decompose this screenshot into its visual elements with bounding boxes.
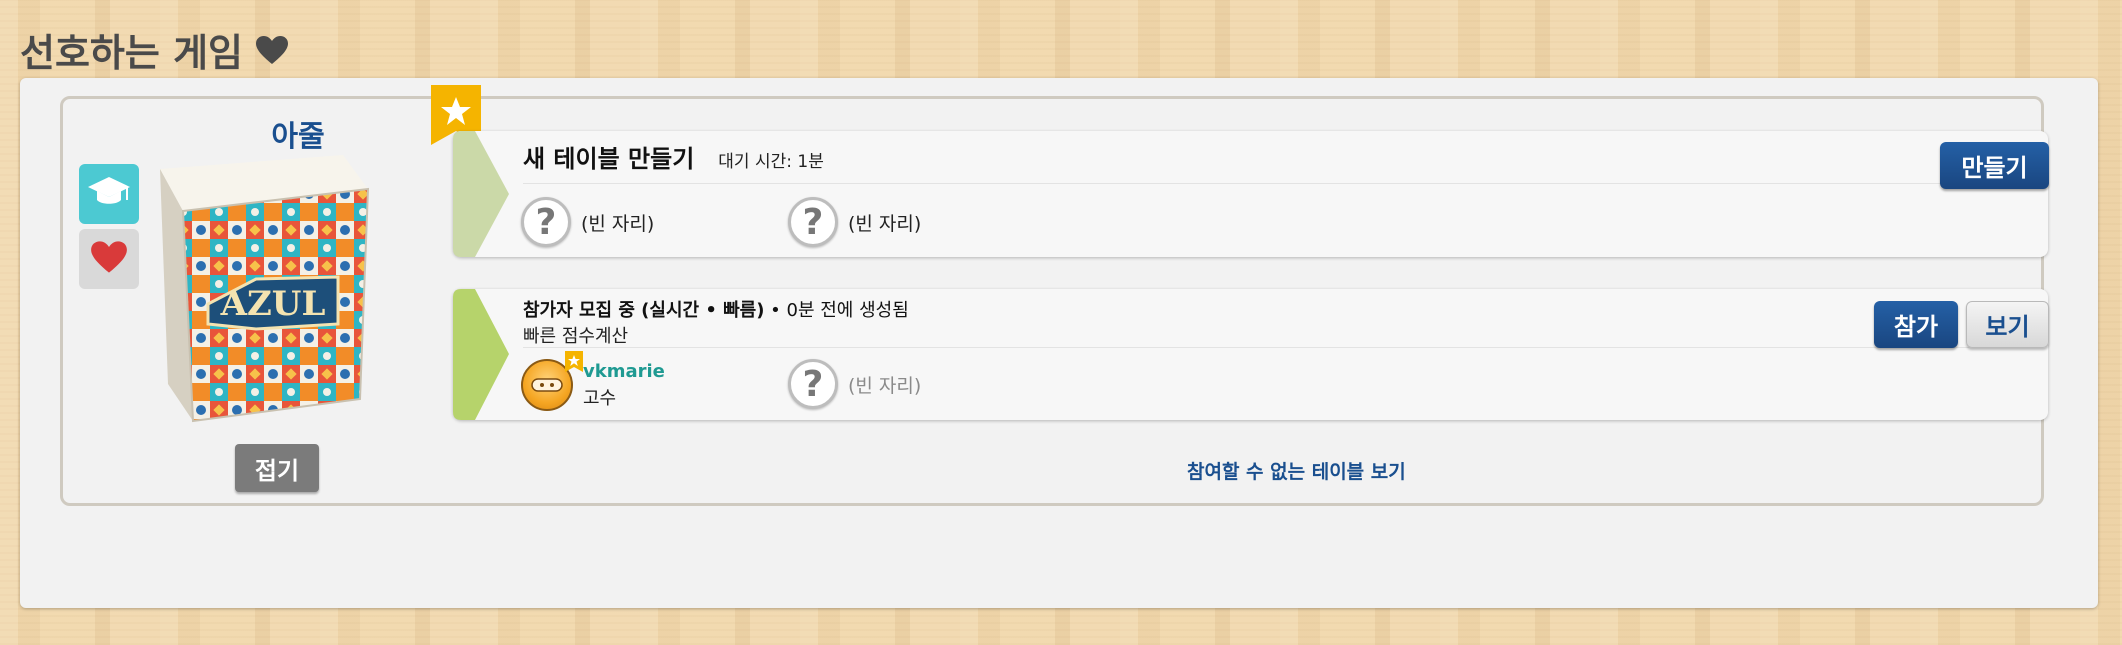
avatar[interactable]	[521, 351, 583, 411]
favorite-toggle-button[interactable]	[79, 229, 139, 289]
fold-button[interactable]: 접기	[235, 444, 319, 492]
seat-label: (빈 자리)	[581, 212, 655, 235]
section-title: 선호하는 게임	[20, 22, 289, 77]
empty-seat: ? (빈 자리)	[788, 197, 921, 247]
game-box-art[interactable]: AZUL	[138, 149, 378, 428]
new-table-header: 새 테이블 만들기 대기 시간: 1분	[523, 139, 824, 174]
wait-time: 대기 시간: 1분	[718, 152, 824, 172]
section-title-text: 선호하는 게임	[20, 31, 243, 75]
table-status-line: 참가자 모집 중 (실시간 • 빠름) • 0분 전에 생성됨	[523, 296, 909, 322]
view-button[interactable]: 보기	[1966, 301, 2049, 348]
table-status: 참가자 모집 중 (실시간 • 빠름)	[523, 300, 765, 321]
tutorial-button[interactable]	[79, 164, 139, 224]
chevron-marker	[453, 131, 509, 257]
graduation-cap-icon	[87, 175, 131, 213]
player-info: vkmarie 고수	[583, 361, 665, 410]
question-mark-icon: ?	[521, 197, 571, 247]
question-mark-icon: ?	[788, 359, 838, 409]
heart-icon	[255, 35, 289, 65]
seat-label: (빈 자리)	[848, 212, 922, 235]
question-mark-icon: ?	[788, 197, 838, 247]
open-table-card: 참가자 모집 중 (실시간 • 빠름) • 0분 전에 생성됨 빠른 점수계산	[453, 289, 2049, 420]
unavailable-tables-link[interactable]: 참여할 수 없는 테이블 보기	[1187, 457, 1406, 484]
table-created-time: • 0분 전에 생성됨	[764, 300, 909, 321]
empty-seat: ? (빈 자리)	[521, 197, 654, 247]
favorite-games-panel: 아줄 AZUL 접기 새 테이블 만들기 대기 시간: 1분 ? (빈 자리) …	[20, 78, 2098, 608]
join-button[interactable]: 참가	[1874, 301, 1958, 348]
divider	[523, 183, 2038, 184]
chevron-marker	[453, 289, 509, 420]
game-card-azul: 아줄 AZUL 접기 새 테이블 만들기 대기 시간: 1분 ? (빈 자리) …	[60, 85, 2049, 506]
new-table-title: 새 테이블 만들기	[523, 145, 695, 173]
player-name[interactable]: vkmarie	[583, 361, 665, 382]
table-option: 빠른 점수계산	[523, 326, 629, 347]
empty-seat: ? (빈 자리)	[788, 359, 921, 409]
create-table-button[interactable]: 만들기	[1940, 142, 2049, 189]
player-seat: vkmarie 고수	[521, 351, 665, 411]
divider	[523, 347, 2038, 348]
seat-label: (빈 자리)	[848, 374, 922, 397]
player-rank: 고수	[583, 387, 617, 409]
new-table-card: 새 테이블 만들기 대기 시간: 1분 ? (빈 자리) ? (빈 자리) 만들…	[453, 131, 2049, 257]
boxart-logo: AZUL	[220, 284, 326, 324]
star-badge-icon	[565, 351, 583, 377]
heart-icon	[90, 240, 128, 278]
